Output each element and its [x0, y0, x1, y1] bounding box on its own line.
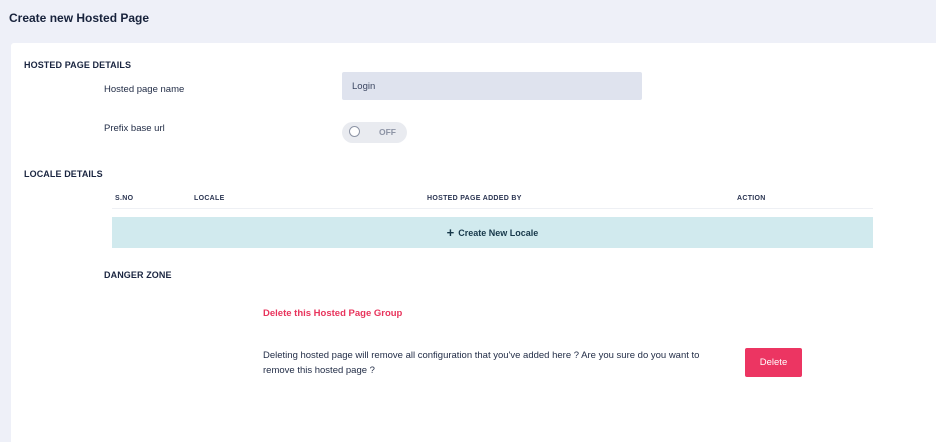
create-new-locale-button[interactable]: + Create New Locale: [112, 217, 873, 248]
delete-button[interactable]: Delete: [745, 348, 802, 377]
hosted-page-name-input[interactable]: [342, 72, 642, 100]
page-header: Create new Hosted Page: [0, 0, 936, 42]
create-new-locale-label: Create New Locale: [458, 227, 539, 238]
table-divider: [112, 208, 873, 209]
column-header-action: ACTION: [737, 195, 766, 202]
page-title: Create new Hosted Page: [9, 11, 150, 25]
plus-icon: +: [446, 225, 455, 240]
delete-warning-text: Deleting hosted page will remove all con…: [263, 350, 700, 376]
hosted-page-details-heading: HOSTED PAGE DETAILS: [24, 60, 132, 70]
prefix-base-url-toggle[interactable]: OFF: [342, 122, 407, 143]
prefix-base-url-label: Prefix base url: [104, 123, 165, 134]
hosted-page-form-card: HOSTED PAGE DETAILS Hosted page name Pre…: [11, 43, 936, 442]
toggle-knob: [349, 126, 360, 137]
delete-hosted-page-group-link[interactable]: Delete this Hosted Page Group: [263, 308, 402, 319]
create-new-locale-content: + Create New Locale: [447, 226, 539, 239]
column-header-locale: LOCALE: [194, 195, 225, 202]
toggle-state-label: OFF: [379, 127, 396, 137]
column-header-sno: S.NO: [115, 195, 134, 202]
column-header-added-by: HOSTED PAGE ADDED BY: [427, 195, 522, 202]
hosted-page-name-label: Hosted page name: [104, 84, 185, 95]
danger-zone-heading: DANGER ZONE: [104, 270, 172, 280]
locale-details-heading: LOCALE DETAILS: [24, 169, 103, 179]
